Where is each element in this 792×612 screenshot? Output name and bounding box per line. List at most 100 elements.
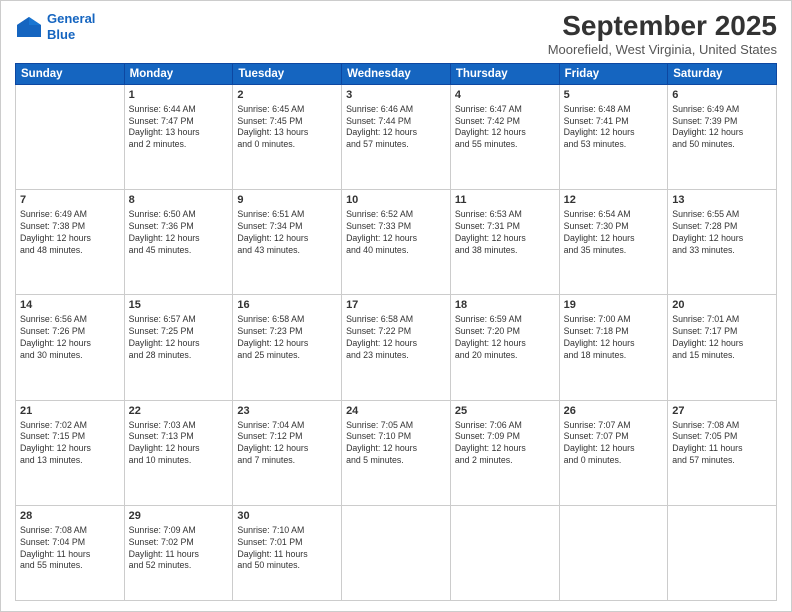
day-info: Sunrise: 6:45 AMSunset: 7:45 PMDaylight:… [237,104,337,152]
day-info: Sunrise: 6:46 AMSunset: 7:44 PMDaylight:… [346,104,446,152]
table-row: 19Sunrise: 7:00 AMSunset: 7:18 PMDayligh… [559,295,668,400]
table-row [668,505,777,600]
calendar-header-row: Sunday Monday Tuesday Wednesday Thursday… [16,63,777,84]
table-row: 4Sunrise: 6:47 AMSunset: 7:42 PMDaylight… [450,84,559,189]
col-thursday: Thursday [450,63,559,84]
logo-line1: General [47,11,95,26]
day-info: Sunrise: 6:54 AMSunset: 7:30 PMDaylight:… [564,209,664,257]
day-info: Sunrise: 6:47 AMSunset: 7:42 PMDaylight:… [455,104,555,152]
col-saturday: Saturday [668,63,777,84]
day-number: 9 [237,193,337,208]
table-row [16,84,125,189]
day-number: 4 [455,88,555,103]
day-number: 28 [20,509,120,524]
table-row: 9Sunrise: 6:51 AMSunset: 7:34 PMDaylight… [233,190,342,295]
day-info: Sunrise: 7:01 AMSunset: 7:17 PMDaylight:… [672,314,772,362]
day-number: 20 [672,298,772,313]
day-number: 25 [455,404,555,419]
top-section: General Blue September 2025 Moorefield, … [15,11,777,57]
day-info: Sunrise: 6:49 AMSunset: 7:38 PMDaylight:… [20,209,120,257]
logo-line2: Blue [47,27,75,42]
col-sunday: Sunday [16,63,125,84]
table-row: 23Sunrise: 7:04 AMSunset: 7:12 PMDayligh… [233,400,342,505]
table-row: 15Sunrise: 6:57 AMSunset: 7:25 PMDayligh… [124,295,233,400]
day-info: Sunrise: 6:59 AMSunset: 7:20 PMDaylight:… [455,314,555,362]
day-info: Sunrise: 6:48 AMSunset: 7:41 PMDaylight:… [564,104,664,152]
location: Moorefield, West Virginia, United States [548,42,777,57]
table-row [450,505,559,600]
table-row: 3Sunrise: 6:46 AMSunset: 7:44 PMDaylight… [342,84,451,189]
day-info: Sunrise: 7:04 AMSunset: 7:12 PMDaylight:… [237,420,337,468]
day-number: 10 [346,193,446,208]
day-info: Sunrise: 7:02 AMSunset: 7:15 PMDaylight:… [20,420,120,468]
col-tuesday: Tuesday [233,63,342,84]
table-row: 11Sunrise: 6:53 AMSunset: 7:31 PMDayligh… [450,190,559,295]
calendar-week-3: 21Sunrise: 7:02 AMSunset: 7:15 PMDayligh… [16,400,777,505]
table-row: 29Sunrise: 7:09 AMSunset: 7:02 PMDayligh… [124,505,233,600]
day-info: Sunrise: 6:50 AMSunset: 7:36 PMDaylight:… [129,209,229,257]
table-row: 28Sunrise: 7:08 AMSunset: 7:04 PMDayligh… [16,505,125,600]
day-number: 16 [237,298,337,313]
day-info: Sunrise: 7:06 AMSunset: 7:09 PMDaylight:… [455,420,555,468]
table-row: 14Sunrise: 6:56 AMSunset: 7:26 PMDayligh… [16,295,125,400]
day-number: 13 [672,193,772,208]
day-number: 18 [455,298,555,313]
day-info: Sunrise: 6:58 AMSunset: 7:22 PMDaylight:… [346,314,446,362]
table-row [559,505,668,600]
header-right: September 2025 Moorefield, West Virginia… [548,11,777,57]
day-info: Sunrise: 6:44 AMSunset: 7:47 PMDaylight:… [129,104,229,152]
day-number: 24 [346,404,446,419]
day-info: Sunrise: 6:56 AMSunset: 7:26 PMDaylight:… [20,314,120,362]
table-row: 13Sunrise: 6:55 AMSunset: 7:28 PMDayligh… [668,190,777,295]
day-number: 5 [564,88,664,103]
day-number: 26 [564,404,664,419]
day-info: Sunrise: 7:00 AMSunset: 7:18 PMDaylight:… [564,314,664,362]
day-number: 7 [20,193,120,208]
table-row: 10Sunrise: 6:52 AMSunset: 7:33 PMDayligh… [342,190,451,295]
day-number: 30 [237,509,337,524]
table-row: 6Sunrise: 6:49 AMSunset: 7:39 PMDaylight… [668,84,777,189]
day-number: 1 [129,88,229,103]
table-row: 8Sunrise: 6:50 AMSunset: 7:36 PMDaylight… [124,190,233,295]
logo-icon [15,15,43,39]
day-info: Sunrise: 7:05 AMSunset: 7:10 PMDaylight:… [346,420,446,468]
day-number: 2 [237,88,337,103]
day-info: Sunrise: 7:09 AMSunset: 7:02 PMDaylight:… [129,525,229,573]
day-number: 12 [564,193,664,208]
day-info: Sunrise: 7:10 AMSunset: 7:01 PMDaylight:… [237,525,337,573]
day-number: 11 [455,193,555,208]
day-number: 8 [129,193,229,208]
calendar-body: 1Sunrise: 6:44 AMSunset: 7:47 PMDaylight… [16,84,777,600]
month-title: September 2025 [548,11,777,42]
day-number: 17 [346,298,446,313]
day-number: 3 [346,88,446,103]
day-info: Sunrise: 6:58 AMSunset: 7:23 PMDaylight:… [237,314,337,362]
calendar: Sunday Monday Tuesday Wednesday Thursday… [15,63,777,601]
day-number: 21 [20,404,120,419]
day-info: Sunrise: 6:55 AMSunset: 7:28 PMDaylight:… [672,209,772,257]
calendar-week-2: 14Sunrise: 6:56 AMSunset: 7:26 PMDayligh… [16,295,777,400]
table-row: 18Sunrise: 6:59 AMSunset: 7:20 PMDayligh… [450,295,559,400]
table-row [342,505,451,600]
day-number: 19 [564,298,664,313]
table-row: 21Sunrise: 7:02 AMSunset: 7:15 PMDayligh… [16,400,125,505]
day-number: 14 [20,298,120,313]
day-info: Sunrise: 6:57 AMSunset: 7:25 PMDaylight:… [129,314,229,362]
day-info: Sunrise: 6:52 AMSunset: 7:33 PMDaylight:… [346,209,446,257]
day-number: 27 [672,404,772,419]
table-row: 2Sunrise: 6:45 AMSunset: 7:45 PMDaylight… [233,84,342,189]
day-info: Sunrise: 7:03 AMSunset: 7:13 PMDaylight:… [129,420,229,468]
day-number: 6 [672,88,772,103]
table-row: 7Sunrise: 6:49 AMSunset: 7:38 PMDaylight… [16,190,125,295]
calendar-week-0: 1Sunrise: 6:44 AMSunset: 7:47 PMDaylight… [16,84,777,189]
day-info: Sunrise: 6:49 AMSunset: 7:39 PMDaylight:… [672,104,772,152]
table-row: 26Sunrise: 7:07 AMSunset: 7:07 PMDayligh… [559,400,668,505]
calendar-week-1: 7Sunrise: 6:49 AMSunset: 7:38 PMDaylight… [16,190,777,295]
table-row: 22Sunrise: 7:03 AMSunset: 7:13 PMDayligh… [124,400,233,505]
calendar-week-4: 28Sunrise: 7:08 AMSunset: 7:04 PMDayligh… [16,505,777,600]
table-row: 25Sunrise: 7:06 AMSunset: 7:09 PMDayligh… [450,400,559,505]
day-number: 29 [129,509,229,524]
col-friday: Friday [559,63,668,84]
day-info: Sunrise: 7:07 AMSunset: 7:07 PMDaylight:… [564,420,664,468]
table-row: 24Sunrise: 7:05 AMSunset: 7:10 PMDayligh… [342,400,451,505]
